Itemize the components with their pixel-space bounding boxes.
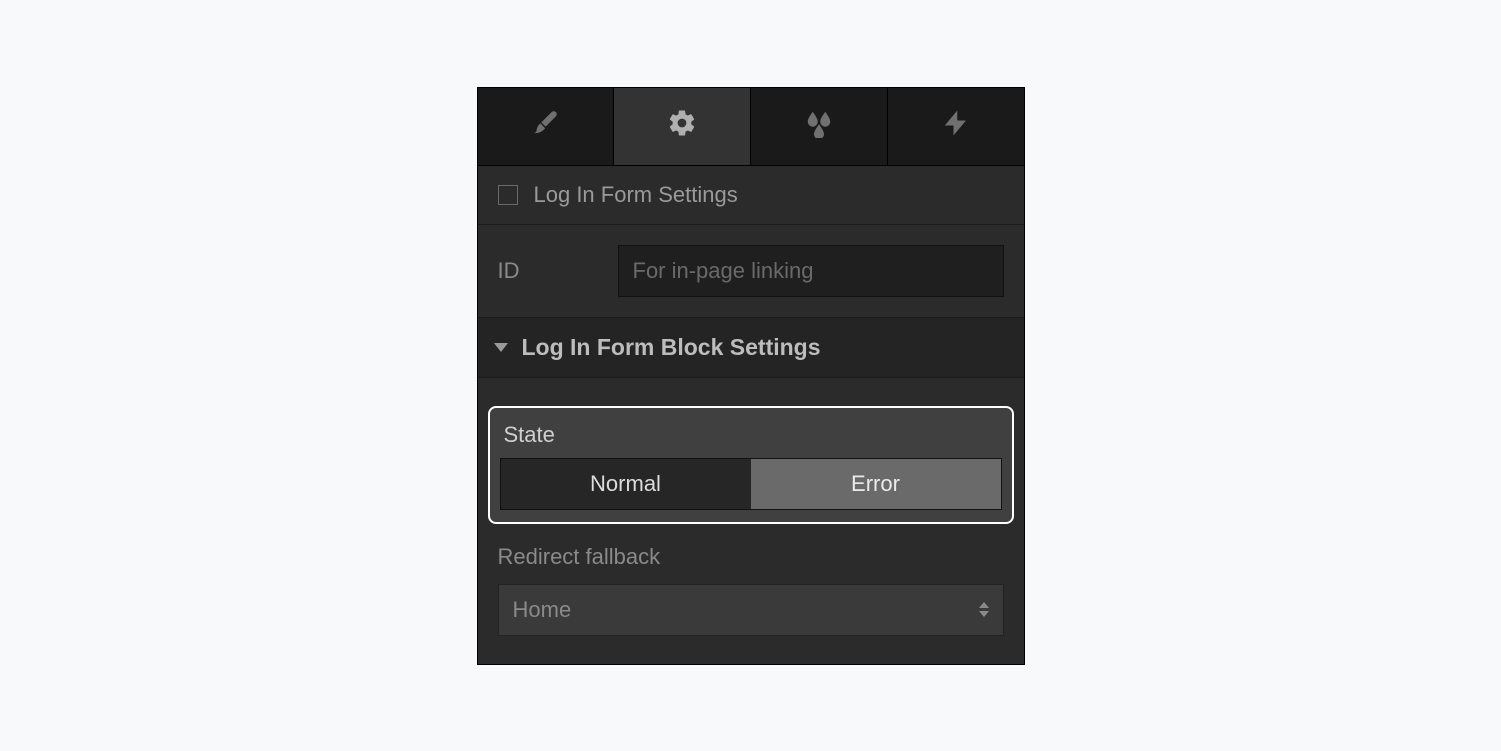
droplets-icon [804,108,834,144]
id-row: ID [478,225,1024,318]
id-label: ID [498,258,598,284]
state-block: State Normal Error [488,406,1014,524]
state-label: State [504,422,1002,448]
tab-interactions[interactable] [888,88,1024,165]
settings-panel: Log In Form Settings ID Log In Form Bloc… [477,87,1025,665]
redirect-fallback-block: Redirect fallback Home [478,544,1024,664]
caret-down-icon [494,343,508,352]
form-settings-checkbox[interactable] [498,185,518,205]
redirect-fallback-label: Redirect fallback [498,544,1004,570]
form-settings-row: Log In Form Settings [478,166,1024,225]
redirect-fallback-select[interactable]: Home [498,584,1004,636]
form-settings-label: Log In Form Settings [534,182,738,208]
block-settings-header[interactable]: Log In Form Block Settings [478,318,1024,378]
panel-tabs [478,88,1024,166]
state-segmented-control: Normal Error [500,458,1002,510]
redirect-fallback-value: Home [513,597,572,623]
brush-icon [530,108,560,144]
tab-effects[interactable] [751,88,888,165]
state-option-normal[interactable]: Normal [501,459,751,509]
tab-settings[interactable] [614,88,751,165]
state-option-error[interactable]: Error [751,459,1001,509]
id-input[interactable] [618,245,1004,297]
block-settings-title: Log In Form Block Settings [522,334,821,361]
select-caret-icon [979,602,989,617]
bolt-icon [941,108,971,144]
gear-icon [667,108,697,144]
tab-style[interactable] [478,88,615,165]
